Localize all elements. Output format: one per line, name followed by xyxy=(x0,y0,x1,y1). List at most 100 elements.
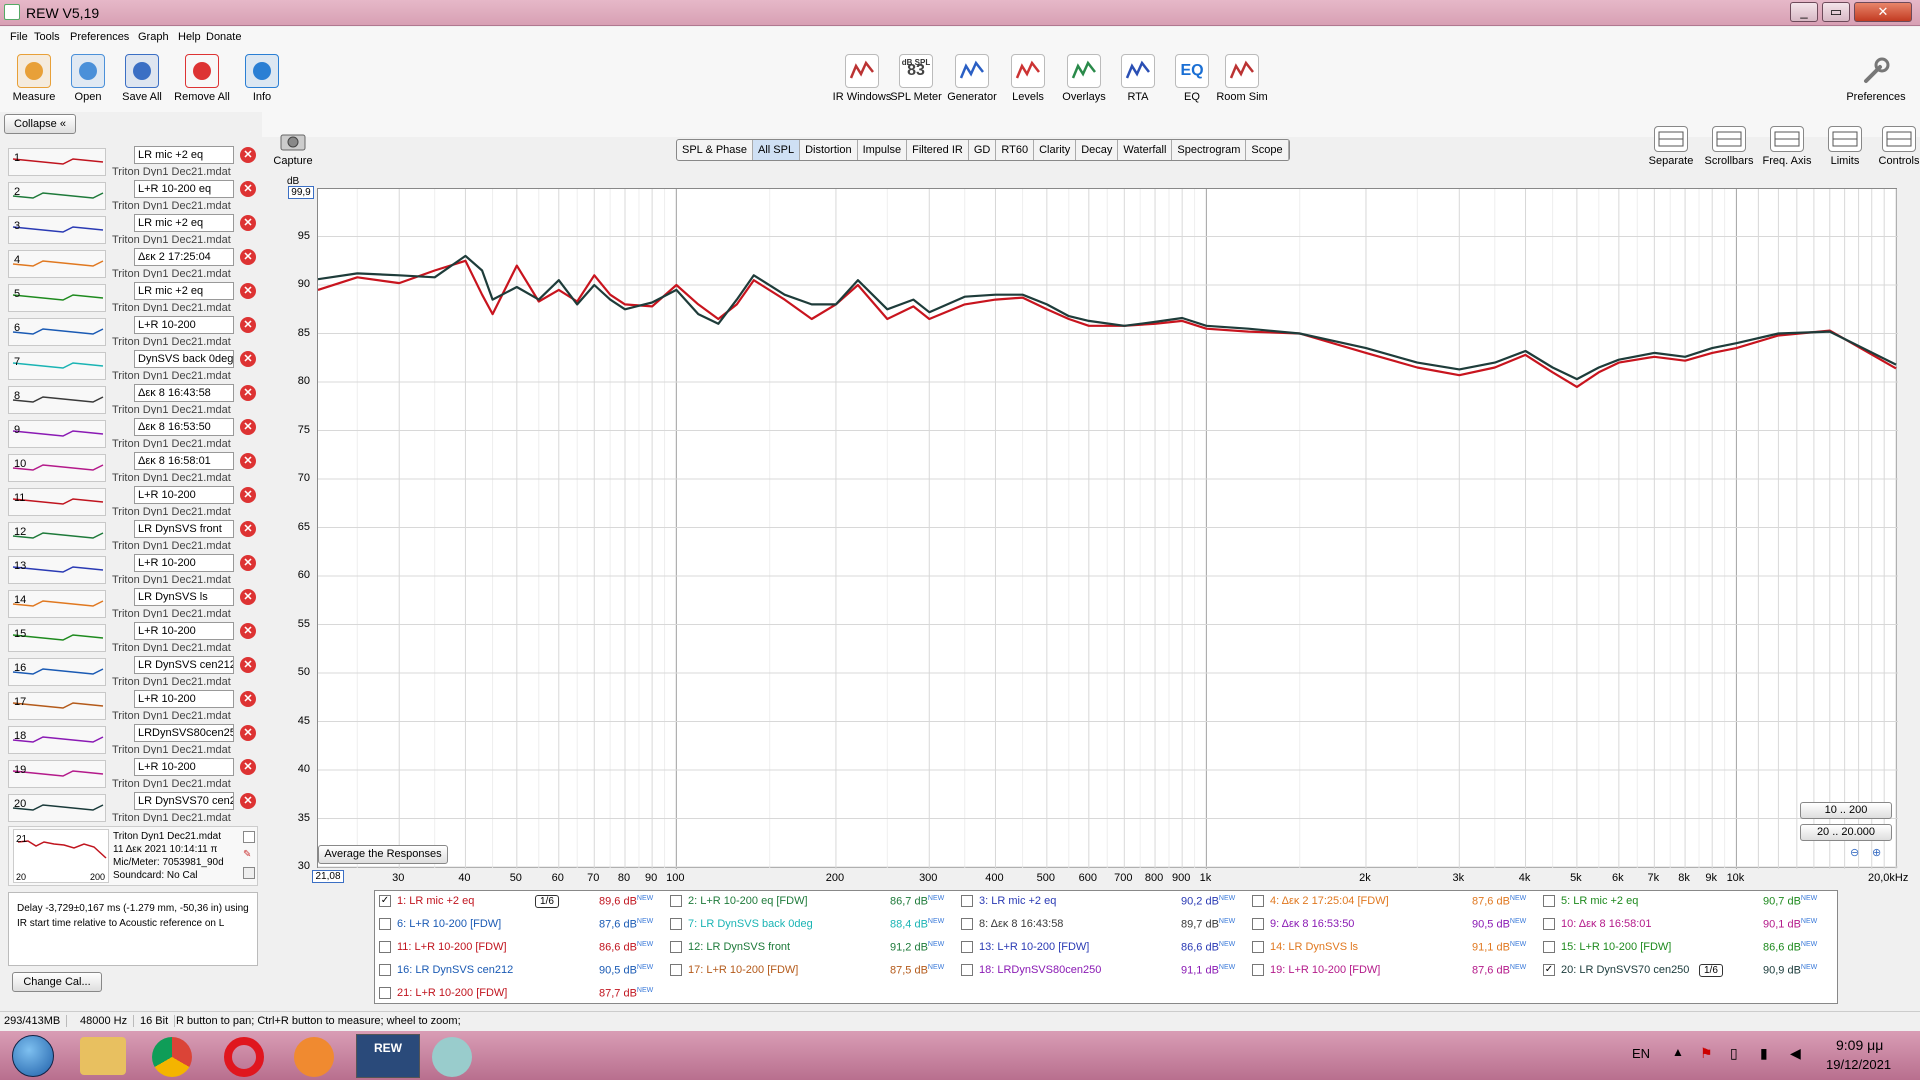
change-cal-button[interactable]: Change Cal... xyxy=(12,972,102,992)
measurement-row[interactable]: 16 Triton Dyn1 Dec21.mdat LR DynSVS cen212… xyxy=(4,656,262,690)
close-window-button[interactable]: ✕ xyxy=(1854,2,1912,22)
rew-taskbar-icon[interactable]: REW xyxy=(356,1034,420,1078)
tab-distortion[interactable]: Distortion xyxy=(800,140,858,160)
legend-checkbox[interactable] xyxy=(379,987,391,1000)
measurement-name-field[interactable]: LR DynSVS ls xyxy=(134,588,234,606)
legend-item[interactable]: 15: L+R 10-200 [FDW] 86,6 dBNEW xyxy=(1543,941,1828,963)
measurement-thumbnail[interactable] xyxy=(8,216,106,244)
legend-checkbox[interactable] xyxy=(1543,895,1555,908)
legend-item[interactable]: 7: LR DynSVS back 0deg 88,4 dBNEW xyxy=(670,918,955,940)
mic-cal-icon[interactable] xyxy=(243,831,255,843)
measurement-row[interactable]: 18 Triton Dyn1 Dec21.mdat LRDynSVS80cen250… xyxy=(4,724,262,758)
measurement-name-field[interactable]: Δεκ 8 16:53:50 xyxy=(134,418,234,436)
measurement-row[interactable]: 10 Triton Dyn1 Dec21.mdat Δεκ 8 16:58:01 ✕ xyxy=(4,452,262,486)
tab-all-spl[interactable]: All SPL xyxy=(753,140,801,160)
measurement-row[interactable]: 13 Triton Dyn1 Dec21.mdat L+R 10-200 ✕ xyxy=(4,554,262,588)
measurement-thumbnail[interactable] xyxy=(8,148,106,176)
tab-rt60[interactable]: RT60 xyxy=(996,140,1035,160)
remove-measurement-icon[interactable]: ✕ xyxy=(240,147,256,163)
measurement-name-field[interactable]: LR DynSVS cen212 xyxy=(134,656,234,674)
legend-item[interactable]: ✓ 20: LR DynSVS70 cen250 1/6 90,9 dBNEW xyxy=(1543,964,1828,986)
language-indicator[interactable]: EN xyxy=(1632,1046,1650,1061)
clock-time[interactable]: 9:09 μμ xyxy=(1836,1037,1883,1053)
remove-measurement-icon[interactable]: ✕ xyxy=(240,555,256,571)
measurement-name-field[interactable]: LR mic +2 eq xyxy=(134,282,234,300)
measurement-name-field[interactable]: L+R 10-200 xyxy=(134,622,234,640)
measurement-row[interactable]: 6 Triton Dyn1 Dec21.mdat L+R 10-200 ✕ xyxy=(4,316,262,350)
measurement-row[interactable]: 11 Triton Dyn1 Dec21.mdat L+R 10-200 ✕ xyxy=(4,486,262,520)
tab-filtered-ir[interactable]: Filtered IR xyxy=(907,140,969,160)
measurement-name-field[interactable]: LRDynSVS80cen250 xyxy=(134,724,234,742)
remove-measurement-icon[interactable]: ✕ xyxy=(240,215,256,231)
remove-measurement-icon[interactable]: ✕ xyxy=(240,453,256,469)
start-button[interactable] xyxy=(12,1035,54,1077)
measurement-thumbnail[interactable] xyxy=(8,352,106,380)
zoom-in-icon[interactable]: ⊕ xyxy=(1872,846,1881,859)
measurement-thumbnail[interactable] xyxy=(8,250,106,278)
measurement-row[interactable]: 20 Triton Dyn1 Dec21.mdat LR DynSVS70 cen2… xyxy=(4,792,262,826)
spl-meter-button[interactable]: dB SPL 83 SPL Meter xyxy=(884,50,948,110)
legend-checkbox[interactable] xyxy=(1543,941,1555,954)
measurement-name-field[interactable]: LR DynSVS front xyxy=(134,520,234,538)
legend-checkbox[interactable] xyxy=(1252,918,1264,931)
remove-measurement-icon[interactable]: ✕ xyxy=(240,385,256,401)
legend-checkbox[interactable] xyxy=(1252,895,1264,908)
measurement-row[interactable]: 9 Triton Dyn1 Dec21.mdat Δεκ 8 16:53:50 ✕ xyxy=(4,418,262,452)
legend-item[interactable]: 13: L+R 10-200 [FDW] 86,6 dBNEW xyxy=(961,941,1246,963)
measurement-row[interactable]: 15 Triton Dyn1 Dec21.mdat L+R 10-200 ✕ xyxy=(4,622,262,656)
measurement-name-field[interactable]: LR mic +2 eq xyxy=(134,214,234,232)
legend-item[interactable]: 17: L+R 10-200 [FDW] 87,5 dBNEW xyxy=(670,964,955,986)
legend-checkbox[interactable] xyxy=(379,964,391,977)
measurement-row[interactable]: 19 Triton Dyn1 Dec21.mdat L+R 10-200 ✕ xyxy=(4,758,262,792)
legend-checkbox[interactable] xyxy=(670,895,682,908)
remove-measurement-icon[interactable]: ✕ xyxy=(240,487,256,503)
remove-measurement-icon[interactable]: ✕ xyxy=(240,419,256,435)
tab-spl-phase[interactable]: SPL & Phase xyxy=(677,140,754,160)
explorer-taskbar-icon[interactable] xyxy=(80,1037,126,1075)
battery-icon[interactable]: ▯ xyxy=(1730,1045,1738,1062)
measurement-name-field[interactable]: L+R 10-200 xyxy=(134,690,234,708)
legend-checkbox[interactable]: ✓ xyxy=(1543,964,1555,977)
measurement-thumbnail[interactable] xyxy=(8,318,106,346)
legend-item[interactable]: 5: LR mic +2 eq 90,7 dBNEW xyxy=(1543,895,1828,917)
volume-icon[interactable]: ◀ xyxy=(1790,1045,1801,1062)
smoothing-button[interactable]: 1/6 xyxy=(535,895,559,908)
legend-item[interactable]: 4: Δεκ 2 17:25:04 [FDW] 87,6 dBNEW xyxy=(1252,895,1537,917)
smoothing-button[interactable]: 1/6 xyxy=(1699,964,1723,977)
measurement-name-field[interactable]: Δεκ 8 16:43:58 xyxy=(134,384,234,402)
browser-taskbar-icon[interactable] xyxy=(294,1037,334,1077)
legend-checkbox[interactable] xyxy=(961,964,973,977)
clock-date[interactable]: 19/12/2021 xyxy=(1826,1057,1891,1072)
chrome-taskbar-icon[interactable] xyxy=(152,1037,192,1077)
measurement-name-field[interactable]: DynSVS back 0deg xyxy=(134,350,234,368)
legend-item[interactable]: 21: L+R 10-200 [FDW] 87,7 dBNEW xyxy=(379,987,664,1009)
measurement-row[interactable]: 3 Triton Dyn1 Dec21.mdat LR mic +2 eq ✕ xyxy=(4,214,262,248)
measurement-name-field[interactable]: Δεκ 2 17:25:04 xyxy=(134,248,234,266)
remove-measurement-icon[interactable]: ✕ xyxy=(240,623,256,639)
separate-button[interactable]: Separate xyxy=(1640,125,1702,185)
tab-scope[interactable]: Scope xyxy=(1246,140,1289,160)
measurement-row[interactable]: 12 Triton Dyn1 Dec21.mdat LR DynSVS front ✕ xyxy=(4,520,262,554)
legend-checkbox[interactable] xyxy=(961,941,973,954)
graph-area[interactable] xyxy=(317,188,1898,869)
measurement-row[interactable]: 7 Triton Dyn1 Dec21.mdat DynSVS back 0deg ✕ xyxy=(4,350,262,384)
measurement-thumbnail[interactable] xyxy=(8,182,106,210)
room-sim-button[interactable]: Room Sim xyxy=(1210,50,1274,110)
legend-item[interactable]: 11: L+R 10-200 [FDW] 86,6 dBNEW xyxy=(379,941,664,963)
measurement-row[interactable]: 17 Triton Dyn1 Dec21.mdat L+R 10-200 ✕ xyxy=(4,690,262,724)
generator-button[interactable]: Generator xyxy=(940,50,1004,110)
legend-checkbox[interactable] xyxy=(961,895,973,908)
measurement-name-field[interactable]: L+R 10-200 xyxy=(134,316,234,334)
tab-clarity[interactable]: Clarity xyxy=(1034,140,1077,160)
remove-measurement-icon[interactable]: ✕ xyxy=(240,181,256,197)
legend-item[interactable]: 2: L+R 10-200 eq [FDW] 86,7 dBNEW xyxy=(670,895,955,917)
remove-measurement-icon[interactable]: ✕ xyxy=(240,521,256,537)
remove-measurement-icon[interactable]: ✕ xyxy=(240,759,256,775)
legend-checkbox[interactable] xyxy=(670,941,682,954)
tab-decay[interactable]: Decay xyxy=(1076,140,1119,160)
legend-checkbox[interactable] xyxy=(1543,918,1555,931)
legend-checkbox[interactable] xyxy=(670,918,682,931)
legend-item[interactable]: ✓ 1: LR mic +2 eq 1/6 89,6 dBNEW xyxy=(379,895,664,917)
legend-item[interactable]: 19: L+R 10-200 [FDW] 87,6 dBNEW xyxy=(1252,964,1537,986)
signal-icon[interactable]: ▮ xyxy=(1760,1045,1768,1062)
